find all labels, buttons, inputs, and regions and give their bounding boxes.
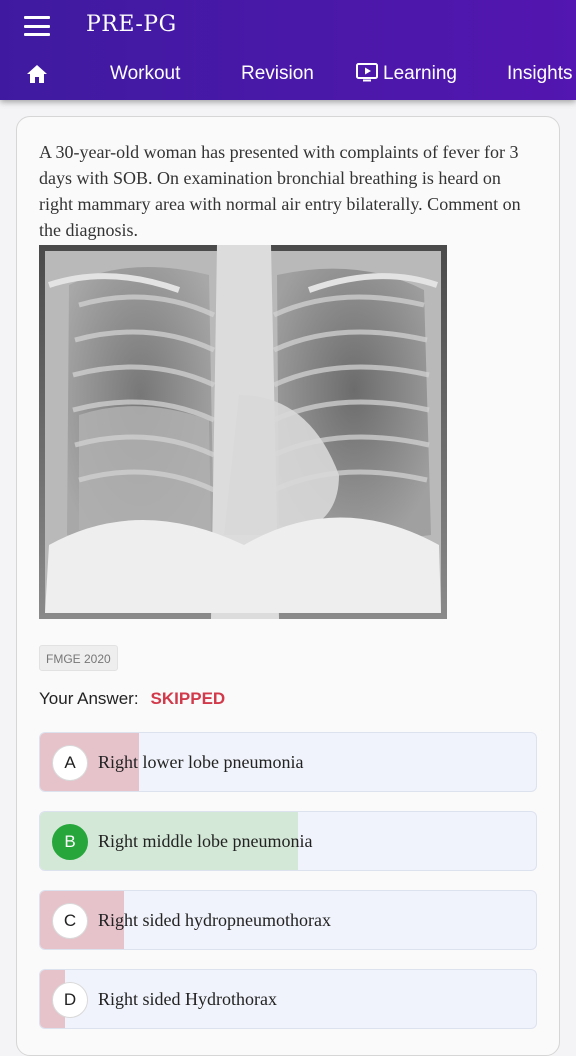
option-b-text: Right middle lobe pneumonia — [98, 831, 313, 851]
option-d[interactable]: D Right sided Hydrothorax — [39, 969, 537, 1029]
option-a-text: Right lower lobe pneumonia — [98, 752, 304, 772]
option-b-letter: B — [52, 824, 88, 860]
your-answer-status: SKIPPED — [150, 689, 226, 708]
app-bar: PRE-PG Workout Revision Learning Insight… — [0, 0, 576, 100]
option-a-letter: A — [52, 745, 88, 781]
nav-item-learning[interactable]: Learning — [355, 52, 457, 96]
nav-item-insights[interactable]: Insights — [507, 52, 572, 96]
option-c-letter: C — [52, 903, 88, 939]
option-c-text: Right sided hydropneumothorax — [98, 910, 331, 930]
home-icon[interactable] — [26, 64, 48, 84]
app-title: PRE-PG — [86, 12, 177, 37]
your-answer-row: Your Answer: SKIPPED — [39, 689, 225, 709]
play-screen-icon — [356, 62, 378, 82]
nav-item-learning-label: Learning — [383, 63, 457, 84]
nav-item-workout[interactable]: Workout — [110, 52, 180, 96]
nav-bar: Workout Revision Learning Insights — [0, 52, 576, 96]
option-d-text: Right sided Hydrothorax — [98, 989, 277, 1009]
question-text: A 30-year-old woman has presented with c… — [39, 142, 521, 240]
option-d-letter: D — [52, 982, 88, 1018]
chest-xray-image — [39, 245, 447, 619]
exam-source-tag: FMGE 2020 — [39, 645, 118, 671]
question-card: A 30-year-old woman has presented with c… — [16, 116, 560, 1056]
option-b[interactable]: B Right middle lobe pneumonia — [39, 811, 537, 871]
your-answer-label: Your Answer: — [39, 689, 139, 708]
nav-item-revision[interactable]: Revision — [241, 52, 314, 96]
menu-icon[interactable] — [24, 16, 50, 36]
option-c[interactable]: C Right sided hydropneumothorax — [39, 890, 537, 950]
option-a[interactable]: A Right lower lobe pneumonia — [39, 732, 537, 792]
